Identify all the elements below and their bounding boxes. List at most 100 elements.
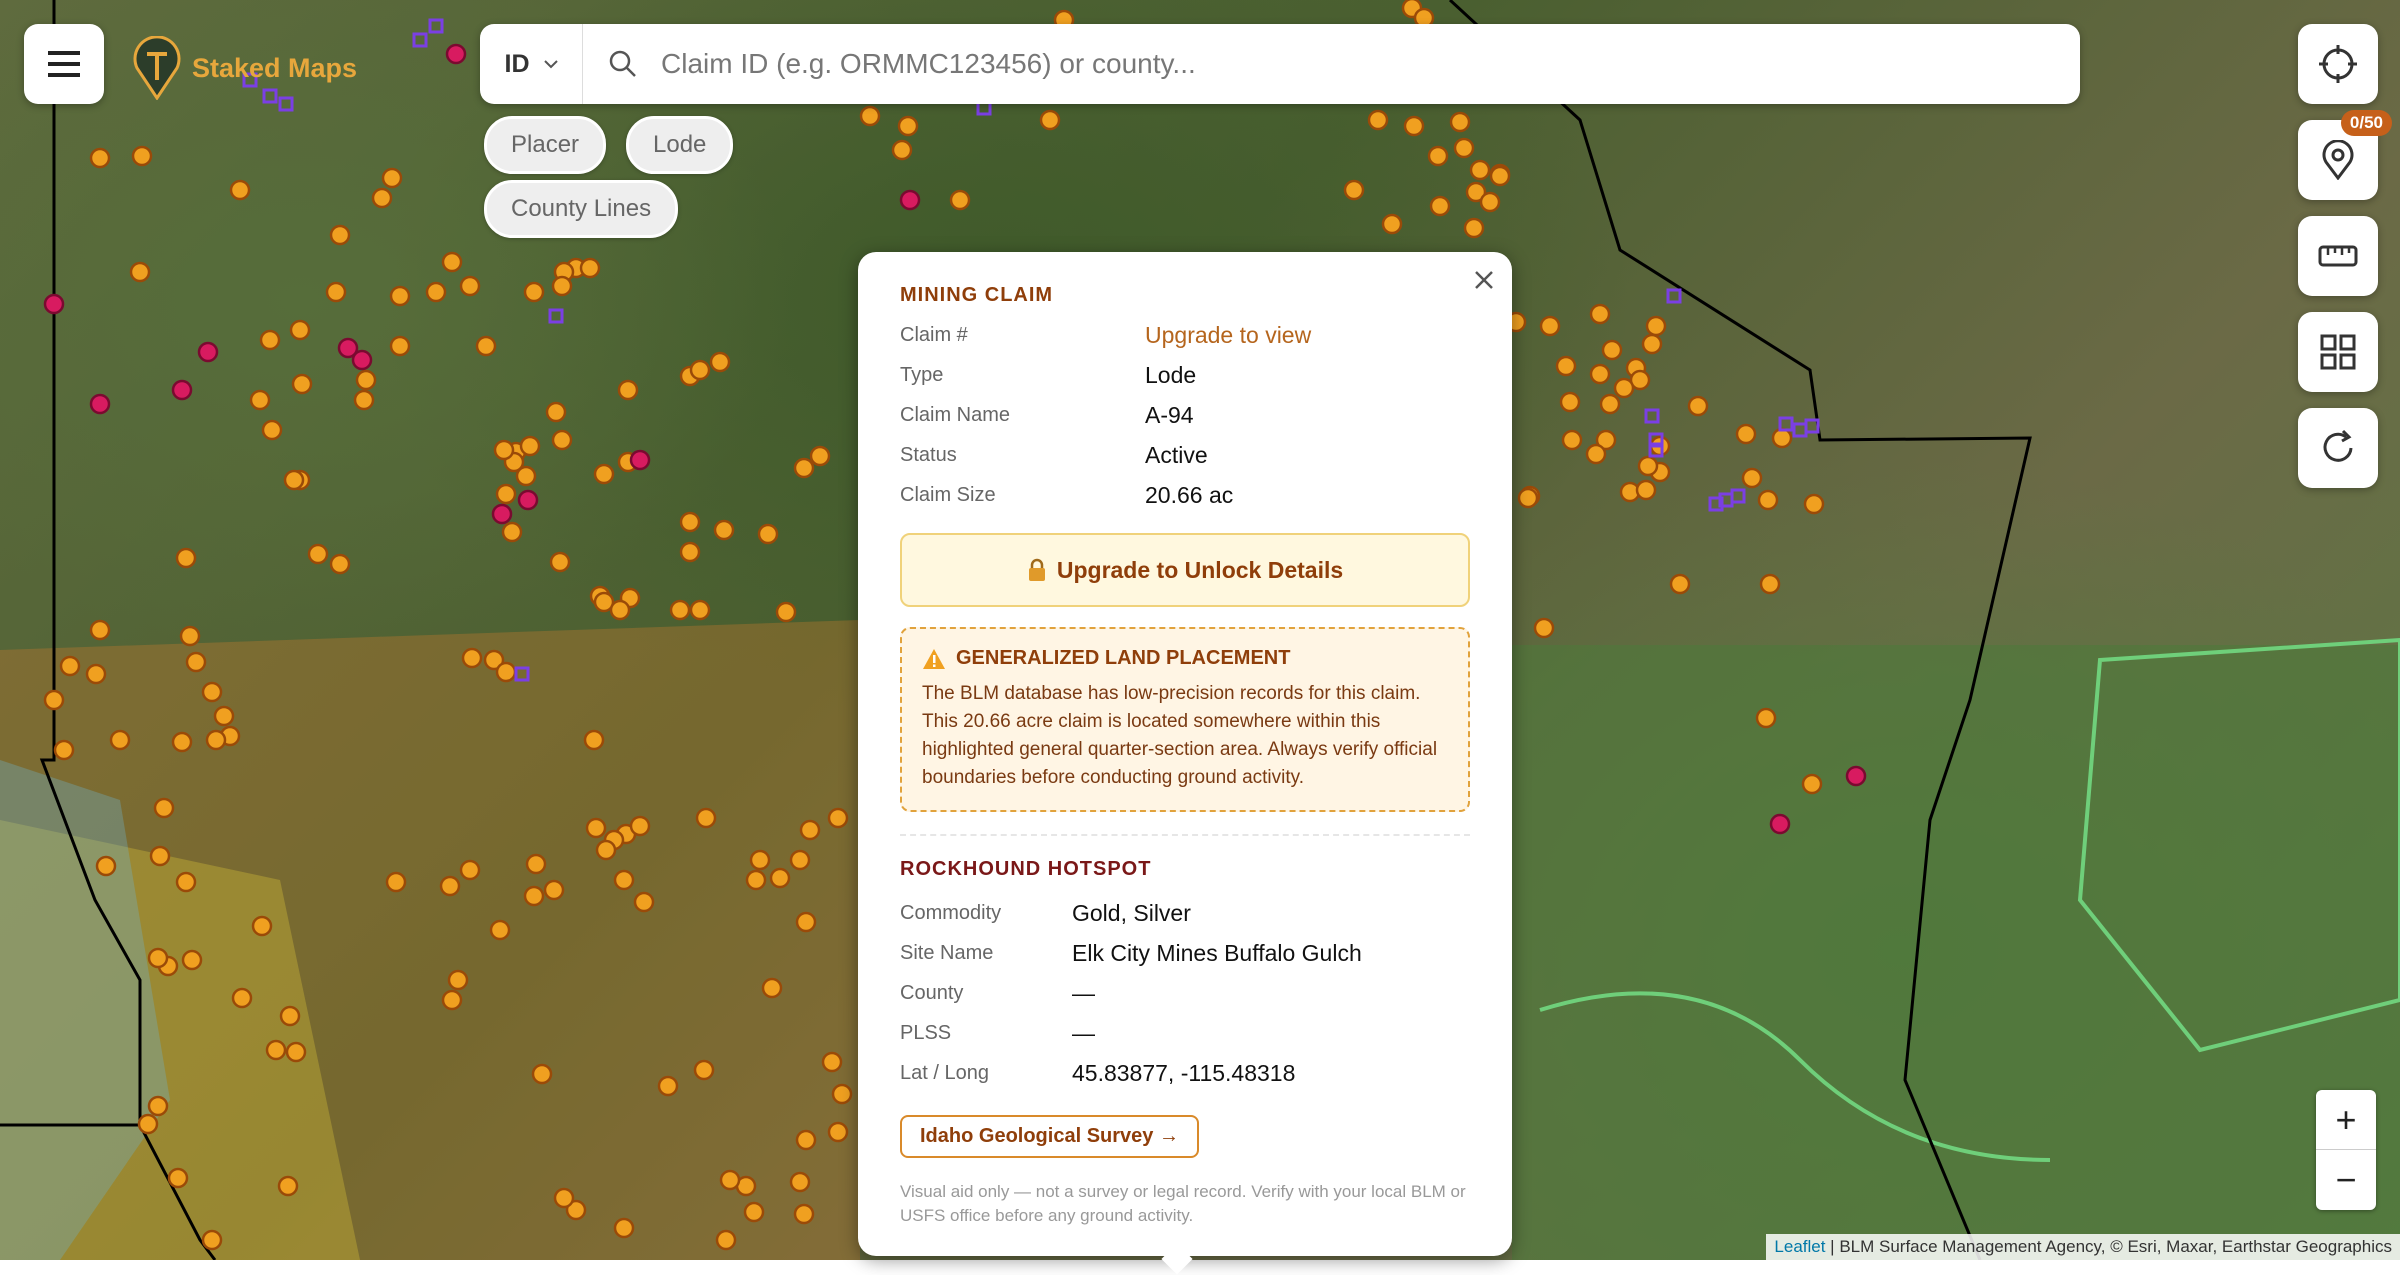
claim-marker[interactable] bbox=[355, 369, 377, 391]
claim-marker[interactable] bbox=[669, 599, 691, 621]
claim-marker[interactable] bbox=[95, 855, 117, 877]
claim-marker[interactable] bbox=[109, 729, 131, 751]
leaflet-link[interactable]: Leaflet bbox=[1774, 1237, 1825, 1256]
claim-marker[interactable] bbox=[831, 1083, 853, 1105]
claim-marker[interactable] bbox=[261, 419, 283, 441]
claim-marker[interactable] bbox=[775, 601, 797, 623]
claim-marker[interactable] bbox=[493, 439, 515, 461]
claim-marker[interactable] bbox=[689, 359, 711, 381]
claim-marker[interactable] bbox=[891, 139, 913, 161]
claim-marker[interactable] bbox=[441, 989, 463, 1011]
claim-marker[interactable] bbox=[1403, 115, 1425, 137]
claim-marker[interactable] bbox=[1645, 315, 1667, 337]
claim-marker[interactable] bbox=[543, 879, 565, 901]
claim-marker[interactable] bbox=[167, 1167, 189, 1189]
claim-marker[interactable] bbox=[1637, 455, 1659, 477]
claim-marker[interactable] bbox=[793, 457, 815, 479]
claim-marker[interactable] bbox=[43, 689, 65, 711]
zoom-in-button[interactable]: + bbox=[2316, 1090, 2376, 1149]
lode-claim-marker[interactable] bbox=[1644, 408, 1660, 424]
claim-marker[interactable] bbox=[1803, 493, 1825, 515]
claim-marker[interactable] bbox=[789, 1171, 811, 1193]
claim-marker[interactable] bbox=[185, 651, 207, 673]
claim-marker[interactable] bbox=[809, 445, 831, 467]
claim-marker[interactable] bbox=[745, 869, 767, 891]
claim-marker[interactable] bbox=[709, 351, 731, 373]
claim-marker[interactable] bbox=[1479, 191, 1501, 213]
claim-marker[interactable] bbox=[693, 1059, 715, 1081]
claim-marker[interactable] bbox=[329, 553, 351, 575]
claim-marker[interactable] bbox=[179, 625, 201, 647]
claim-marker[interactable] bbox=[585, 817, 607, 839]
claim-marker[interactable] bbox=[1343, 179, 1365, 201]
claim-marker[interactable] bbox=[719, 1169, 741, 1191]
claim-marker[interactable] bbox=[795, 1129, 817, 1151]
claim-marker[interactable] bbox=[1429, 195, 1451, 217]
claim-marker[interactable] bbox=[1735, 423, 1757, 445]
measure-button[interactable] bbox=[2298, 216, 2378, 296]
claim-marker[interactable] bbox=[1559, 391, 1581, 413]
hotspot-marker[interactable] bbox=[517, 489, 539, 511]
claim-marker[interactable] bbox=[827, 807, 849, 829]
claim-marker[interactable] bbox=[213, 705, 235, 727]
claim-marker[interactable] bbox=[53, 739, 75, 761]
lode-claim-marker[interactable] bbox=[1730, 488, 1746, 504]
claim-marker[interactable] bbox=[59, 655, 81, 677]
claim-marker[interactable] bbox=[447, 969, 469, 991]
claim-marker[interactable] bbox=[689, 599, 711, 621]
upgrade-button[interactable]: Upgrade to Unlock Details bbox=[900, 533, 1470, 607]
claim-marker[interactable] bbox=[291, 373, 313, 395]
claim-marker[interactable] bbox=[795, 911, 817, 933]
geological-survey-link[interactable]: Idaho Geological Survey → bbox=[900, 1115, 1199, 1158]
claim-marker[interactable] bbox=[131, 145, 153, 167]
claim-marker[interactable] bbox=[175, 547, 197, 569]
claim-marker[interactable] bbox=[205, 729, 227, 751]
claim-marker[interactable] bbox=[769, 867, 791, 889]
claim-marker[interactable] bbox=[129, 261, 151, 283]
saved-pins-button[interactable]: 0/50 bbox=[2298, 110, 2392, 200]
filter-chip-placer[interactable]: Placer bbox=[484, 116, 607, 174]
claim-marker[interactable] bbox=[1555, 355, 1577, 377]
claim-marker[interactable] bbox=[1463, 217, 1485, 239]
filter-chip-lode[interactable]: Lode bbox=[626, 116, 734, 174]
claim-marker[interactable] bbox=[325, 281, 347, 303]
claim-marker[interactable] bbox=[1589, 363, 1611, 385]
claim-marker[interactable] bbox=[461, 647, 483, 669]
claim-marker[interactable] bbox=[793, 1203, 815, 1225]
claim-marker[interactable] bbox=[1613, 377, 1635, 399]
claim-marker[interactable] bbox=[789, 849, 811, 871]
claim-marker[interactable] bbox=[525, 853, 547, 875]
claim-marker[interactable] bbox=[279, 1005, 301, 1027]
claim-marker[interactable] bbox=[827, 1121, 849, 1143]
refresh-button[interactable] bbox=[2298, 408, 2378, 488]
claim-marker[interactable] bbox=[1469, 159, 1491, 181]
lode-claim-marker[interactable] bbox=[412, 32, 428, 48]
claim-marker[interactable] bbox=[1687, 395, 1709, 417]
claim-marker[interactable] bbox=[385, 871, 407, 893]
claim-marker[interactable] bbox=[137, 1113, 159, 1135]
claim-marker[interactable] bbox=[613, 1217, 635, 1239]
hotspot-marker[interactable] bbox=[351, 349, 373, 371]
claim-marker[interactable] bbox=[657, 1075, 679, 1097]
claim-marker[interactable] bbox=[1367, 109, 1389, 131]
claim-number-upgrade-link[interactable]: Upgrade to view bbox=[1145, 322, 1311, 349]
lode-claim-marker[interactable] bbox=[548, 308, 564, 324]
hotspot-marker[interactable] bbox=[491, 503, 513, 525]
claim-marker[interactable] bbox=[389, 335, 411, 357]
claim-marker[interactable] bbox=[743, 1201, 765, 1223]
layers-button[interactable] bbox=[2298, 312, 2378, 392]
claim-marker[interactable] bbox=[329, 224, 351, 246]
claim-marker[interactable] bbox=[593, 463, 615, 485]
claim-marker[interactable] bbox=[1585, 443, 1607, 465]
zoom-out-button[interactable]: − bbox=[2316, 1149, 2376, 1209]
claim-marker[interactable] bbox=[441, 251, 463, 273]
claim-marker[interactable] bbox=[1561, 429, 1583, 451]
claim-marker[interactable] bbox=[149, 845, 171, 867]
hotspot-marker[interactable] bbox=[899, 189, 921, 211]
claim-marker[interactable] bbox=[371, 187, 393, 209]
claim-marker[interactable] bbox=[553, 1187, 575, 1209]
claim-marker[interactable] bbox=[259, 329, 281, 351]
claim-marker[interactable] bbox=[551, 429, 573, 451]
hotspot-marker[interactable] bbox=[43, 293, 65, 315]
claim-marker[interactable] bbox=[609, 599, 631, 621]
